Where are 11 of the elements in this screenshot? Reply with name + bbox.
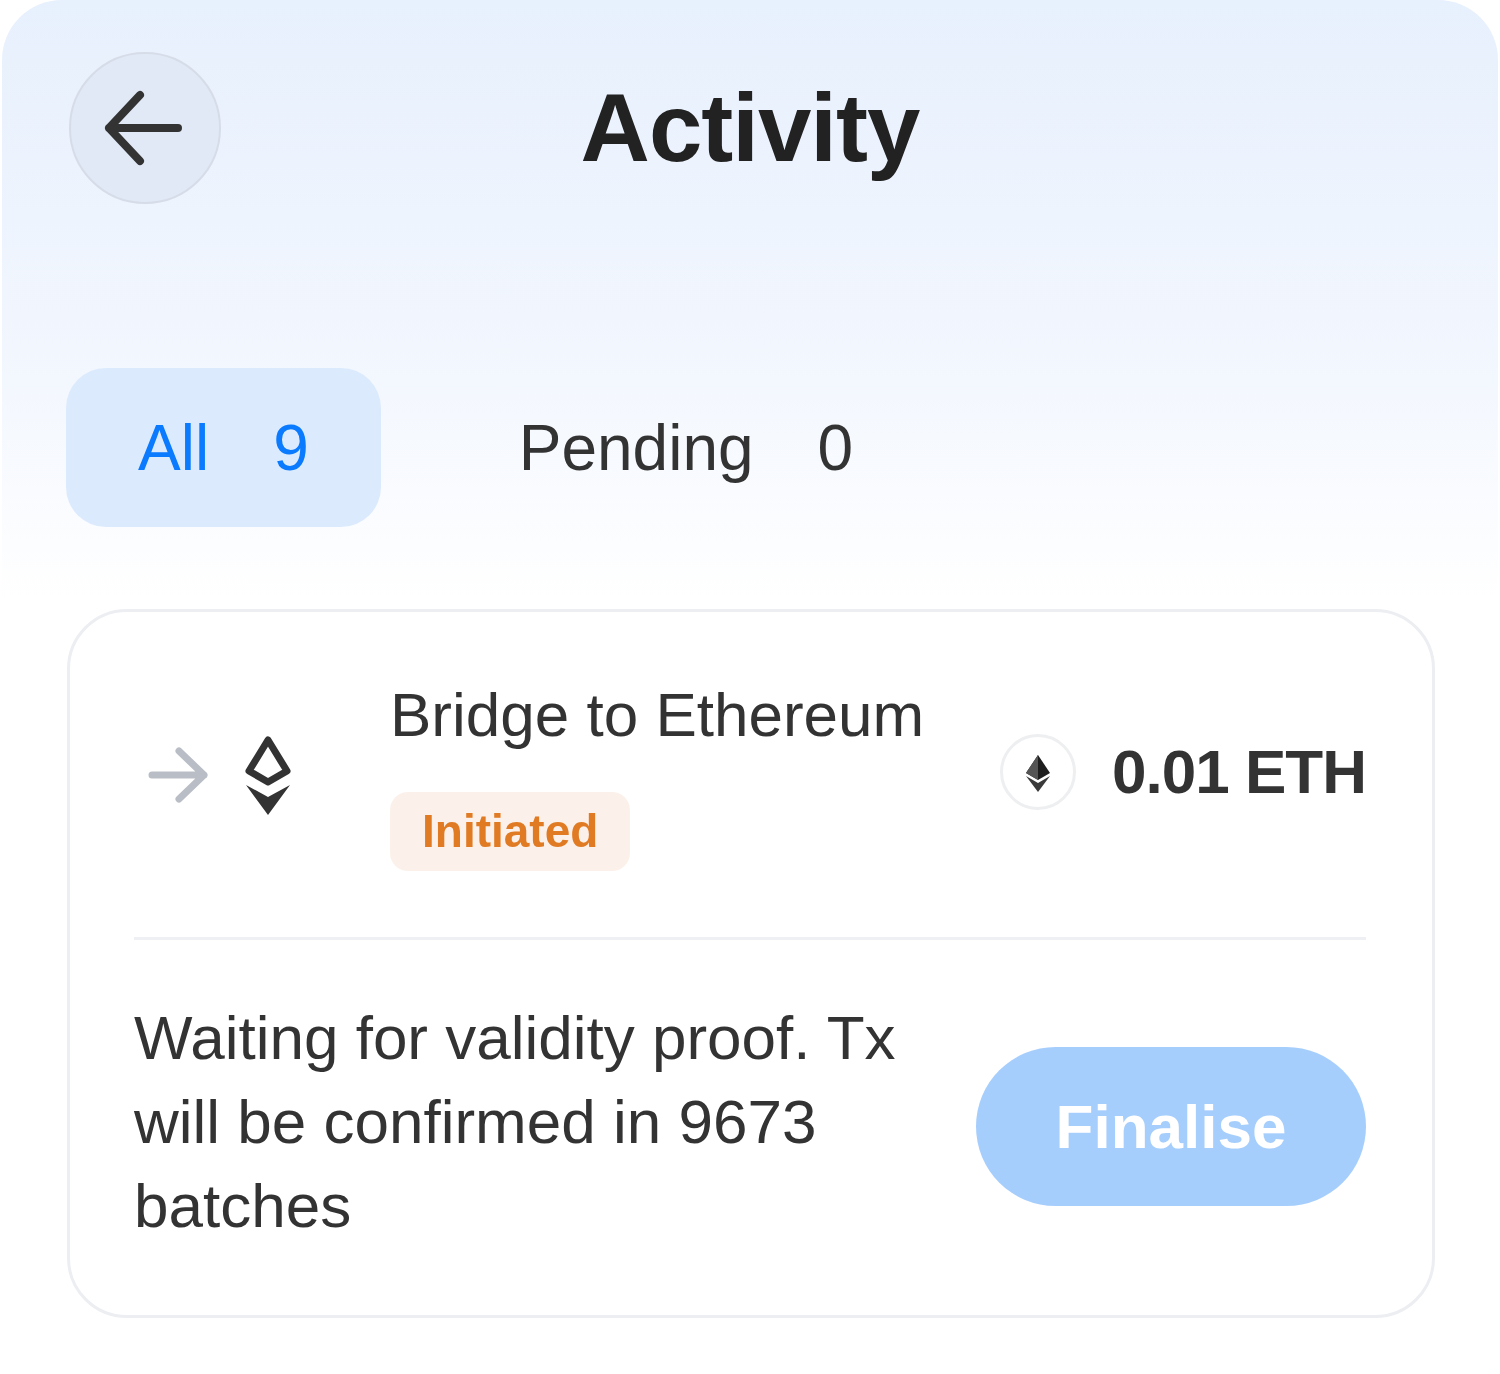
- right-arrow-icon: [148, 746, 208, 803]
- transaction-title: Bridge to Ethereum: [390, 679, 925, 751]
- status-badge: Initiated: [390, 792, 631, 871]
- ethereum-token-icon: [1000, 733, 1077, 810]
- amount-text: 0.01 ETH: [1112, 736, 1366, 807]
- ethereum-logo-icon: [243, 734, 293, 815]
- filter-tab[interactable]: Pending 0: [446, 368, 926, 527]
- filter-tab[interactable]: All 9: [66, 368, 381, 527]
- back-arrow-icon: [104, 90, 182, 166]
- page-title: Activity: [580, 75, 920, 181]
- status-message: Waiting for validity proof. Tx will be confirmed in 9673 batches: [134, 1002, 897, 1242]
